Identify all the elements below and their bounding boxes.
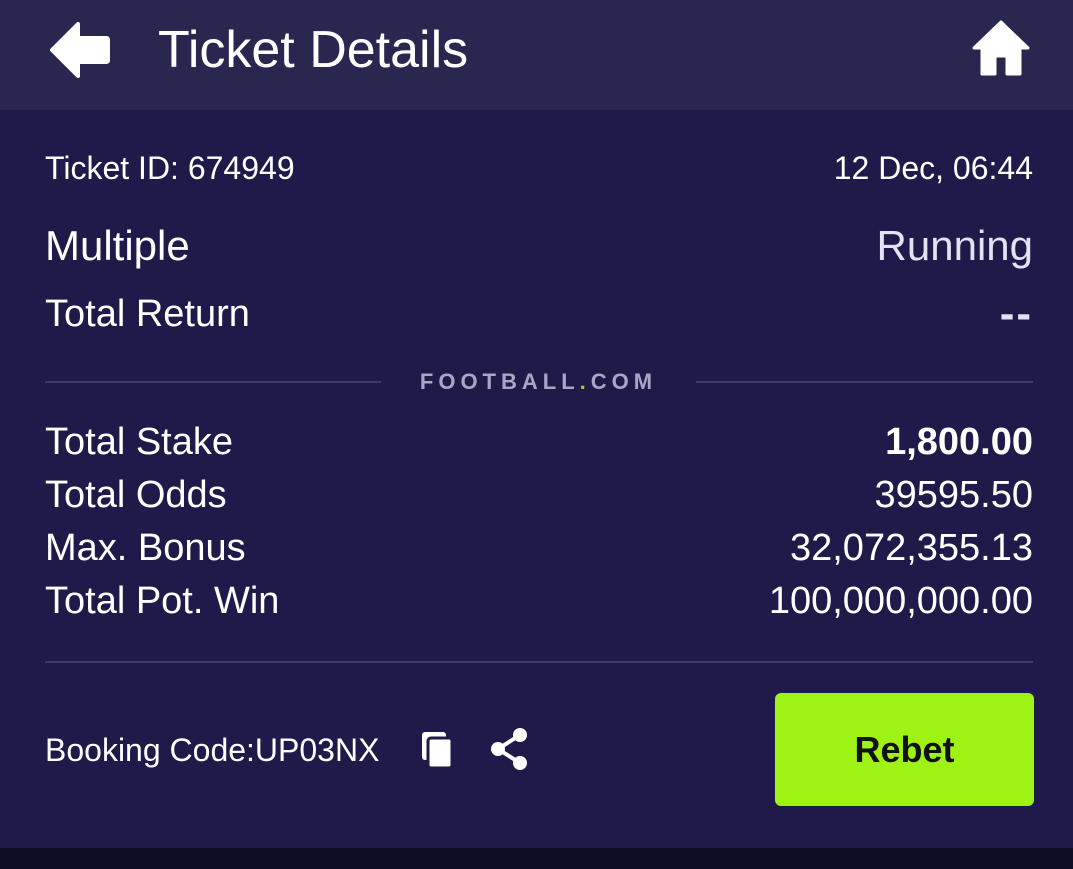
ticket-meta-row: Ticket ID: 674949 12 Dec, 06:44 (45, 148, 1033, 188)
ticket-details-page: Ticket Details Ticket ID: 674949 12 Dec,… (0, 0, 1073, 869)
rebet-button[interactable]: Rebet (775, 693, 1034, 806)
section-divider (45, 661, 1033, 663)
stat-row-total-stake: Total Stake 1,800.00 (45, 418, 1033, 466)
share-icon (491, 728, 527, 770)
booking-code: Booking Code:UP03NX (45, 732, 380, 768)
back-button[interactable] (48, 20, 112, 80)
brand-watermark: FOOTBALL.COM (381, 366, 696, 398)
ticket-id: Ticket ID: 674949 (45, 150, 295, 186)
ticket-card: Ticket ID: 674949 12 Dec, 06:44 Multiple… (0, 110, 1073, 848)
copy-icon (422, 732, 454, 770)
stat-row-total-odds: Total Odds 39595.50 (45, 471, 1033, 519)
home-icon (972, 20, 1030, 76)
total-return-label: Total Return (45, 293, 250, 335)
brand-dot: . (579, 369, 591, 394)
bet-type: Multiple (45, 222, 190, 269)
stat-label: Total Stake (45, 421, 233, 463)
bet-type-row: Multiple Running (45, 220, 1033, 272)
share-button[interactable] (488, 726, 532, 772)
bottom-bar (0, 848, 1073, 869)
total-return-row: Total Return -- (45, 290, 1033, 338)
arrow-left-icon (50, 22, 110, 78)
stat-row-max-bonus: Max. Bonus 32,072,355.13 (45, 524, 1033, 572)
ticket-status: Running (876, 222, 1033, 269)
stat-value: 39595.50 (874, 474, 1034, 516)
stat-label: Total Pot. Win (45, 580, 280, 622)
stat-value: 100,000,000.00 (768, 580, 1033, 622)
total-return-value: -- (999, 289, 1033, 338)
stat-row-total-pot-win: Total Pot. Win 100,000,000.00 (45, 577, 1033, 625)
ticket-datetime: 12 Dec, 06:44 (833, 150, 1033, 186)
divider-line-right (696, 381, 1033, 383)
stat-label: Total Odds (45, 474, 227, 516)
brand-part2: COM (590, 369, 658, 394)
stat-label: Max. Bonus (45, 527, 246, 569)
app-header: Ticket Details (0, 0, 1073, 110)
brand-divider: FOOTBALL.COM (45, 366, 1033, 398)
stat-value: 32,072,355.13 (789, 527, 1033, 569)
brand-part1: FOOTBALL (419, 369, 580, 394)
divider-line-left (45, 381, 381, 383)
stat-value: 1,800.00 (885, 421, 1033, 463)
copy-booking-code-button[interactable] (416, 728, 458, 772)
home-button[interactable] (970, 18, 1032, 78)
page-title: Ticket Details (158, 21, 469, 79)
